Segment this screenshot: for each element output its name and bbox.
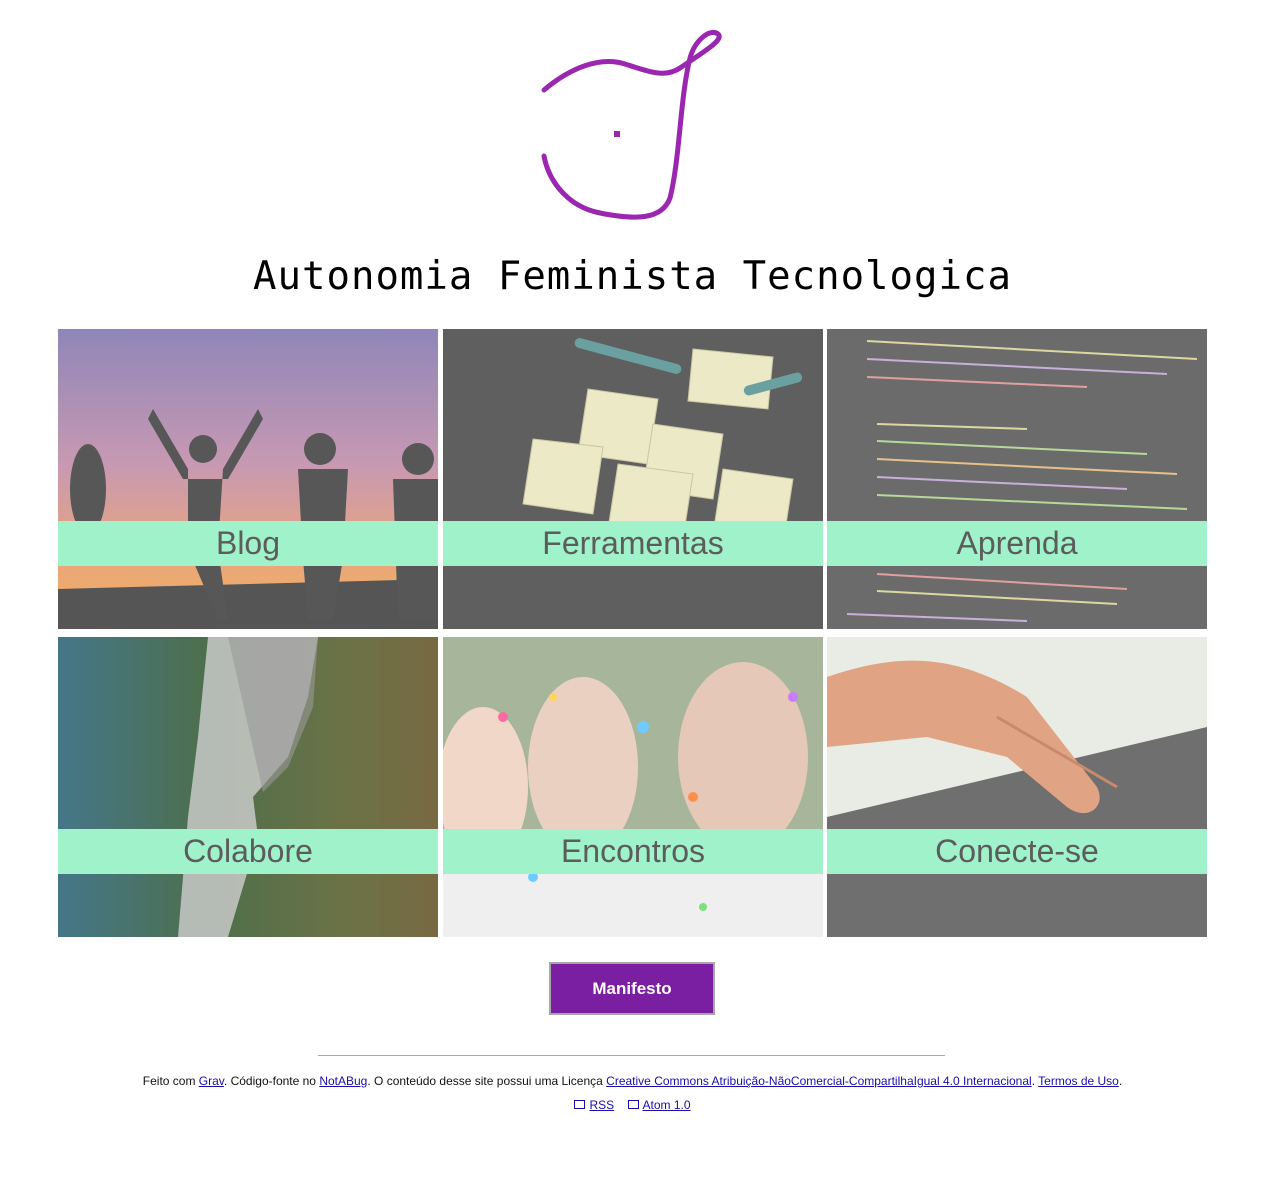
footer-text: . O conteúdo desse site possui uma Licen… <box>367 1074 607 1088</box>
tile-conecte-se[interactable]: Conecte-se <box>827 637 1207 937</box>
code-screen-image <box>827 329 1207 629</box>
tile-aprenda[interactable]: Aprenda <box>827 329 1207 629</box>
license-link[interactable]: Creative Commons Atribuição-NãoComercial… <box>606 1074 1032 1088</box>
tile-label: Aprenda <box>827 521 1207 566</box>
rss-link[interactable]: RSS <box>589 1098 614 1112</box>
site-logo <box>541 30 722 220</box>
footer-text: . Código-fonte no <box>223 1074 320 1088</box>
confetti-women-image <box>443 637 823 937</box>
tile-encontros[interactable]: Encontros <box>443 637 823 937</box>
tile-label: Blog <box>58 521 438 566</box>
site-title: Autonomia Feminista Tecnologica <box>253 254 1012 299</box>
feed-icon <box>574 1100 586 1109</box>
terms-link[interactable]: Termos de Uso <box>1038 1074 1119 1088</box>
tile-ferramentas[interactable]: Ferramentas <box>443 329 823 629</box>
atom-link[interactable]: Atom 1.0 <box>643 1098 691 1112</box>
footer-text: Feito com <box>142 1074 199 1088</box>
tile-colabore[interactable]: Colabore <box>58 637 438 937</box>
footer-divider <box>318 1055 945 1056</box>
notabug-link[interactable]: NotABug <box>319 1074 367 1088</box>
tile-label: Encontros <box>443 829 823 874</box>
manifesto-button[interactable]: Manifesto <box>549 962 715 1015</box>
footer-credits: Feito com Grav. Código-fonte no NotABug.… <box>0 1074 1265 1088</box>
grav-link[interactable]: Grav <box>199 1074 224 1088</box>
tile-blog[interactable]: Blog <box>58 329 438 629</box>
footer-text: . <box>1118 1074 1123 1088</box>
feed-links: RSS Atom 1.0 <box>0 1098 1265 1112</box>
silhouettes-sunset-image <box>58 329 438 629</box>
tile-label: Conecte-se <box>827 829 1207 874</box>
sticky-notes-image <box>443 329 823 629</box>
binary-face-image <box>58 637 438 937</box>
tile-label: Colabore <box>58 829 438 874</box>
tile-label: Ferramentas <box>443 521 823 566</box>
hand-keyboard-image <box>827 637 1207 937</box>
feed-icon <box>627 1100 639 1109</box>
